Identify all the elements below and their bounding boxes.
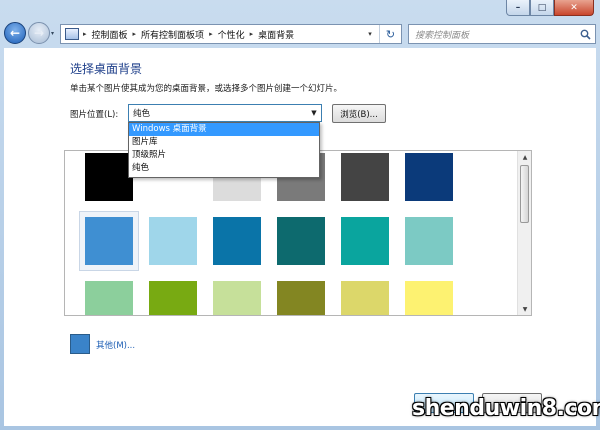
- other-color-link[interactable]: 其他(M)...: [96, 339, 135, 351]
- dropdown-option-windows-backgrounds[interactable]: Windows 桌面背景: [129, 123, 319, 136]
- chevron-down-icon: ▾: [368, 30, 372, 38]
- color-swatch[interactable]: [341, 153, 389, 201]
- maximize-icon: □: [537, 2, 547, 13]
- content-area: 选择桌面背景 单击某个图片使其成为您的桌面背景，或选择多个图片创建一个幻灯片。 …: [4, 48, 596, 426]
- breadcrumb-desktop-background[interactable]: 桌面背景: [258, 28, 294, 41]
- color-swatch[interactable]: [341, 217, 389, 265]
- arrow-right-icon: →: [33, 26, 45, 40]
- title-bar: – □ ✕: [0, 0, 600, 18]
- color-swatch[interactable]: [277, 217, 325, 265]
- close-button[interactable]: ✕: [554, 0, 594, 16]
- color-swatch[interactable]: [405, 281, 453, 315]
- close-icon: ✕: [570, 2, 578, 13]
- refresh-button[interactable]: ↻: [379, 25, 401, 43]
- navigation-bar: ← → ▾ ▸ 控制面板 ▸ 所有控制面板项 ▸ 个性化 ▸ 桌面背景 ▾ ↻ …: [0, 18, 600, 48]
- recent-pages-button[interactable]: ▾: [51, 30, 54, 37]
- maximize-button[interactable]: □: [530, 0, 554, 16]
- refresh-icon: ↻: [385, 27, 396, 41]
- breadcrumb-separator-icon[interactable]: ▸: [250, 30, 254, 38]
- dropdown-arrow-icon[interactable]: ▼: [307, 105, 321, 121]
- search-icon[interactable]: [575, 25, 595, 43]
- color-swatch[interactable]: [213, 281, 261, 315]
- picture-location-select[interactable]: 纯色 ▼: [128, 104, 322, 122]
- picture-location-label: 图片位置(L):: [70, 110, 119, 120]
- dropdown-option-solid-colors[interactable]: 纯色: [129, 162, 319, 175]
- minimize-button[interactable]: –: [506, 0, 530, 16]
- caption-buttons: – □ ✕: [506, 0, 594, 16]
- dropdown-option-pictures-library[interactable]: 图片库: [129, 136, 319, 149]
- picture-location-dropdown: Windows 桌面背景 图片库 顶级照片 纯色: [128, 122, 320, 178]
- control-panel-icon: [65, 28, 79, 40]
- picture-location-value: 纯色: [133, 109, 151, 119]
- breadcrumb-all-items[interactable]: 所有控制面板项: [141, 28, 204, 41]
- color-swatch[interactable]: [149, 217, 197, 265]
- watermark: shenduwin8.com: [412, 396, 600, 421]
- color-swatch[interactable]: [341, 281, 389, 315]
- color-swatch[interactable]: [85, 217, 133, 265]
- search-box[interactable]: 搜索控制面板: [408, 24, 596, 44]
- color-swatch[interactable]: [277, 281, 325, 315]
- color-swatch[interactable]: [213, 217, 261, 265]
- forward-button[interactable]: →: [28, 22, 50, 44]
- breadcrumb-separator-icon[interactable]: ▸: [133, 30, 137, 38]
- arrow-left-icon: ←: [9, 26, 21, 40]
- color-swatch[interactable]: [85, 153, 133, 201]
- chevron-down-icon: ▾: [51, 30, 55, 37]
- back-button[interactable]: ←: [4, 22, 26, 44]
- breadcrumb-control-panel[interactable]: 控制面板: [92, 28, 128, 41]
- vertical-scrollbar[interactable]: ▲ ▼: [517, 151, 531, 315]
- dropdown-option-top-rated-photos[interactable]: 顶级照片: [129, 149, 319, 162]
- other-color-swatch[interactable]: [70, 334, 90, 354]
- color-swatch[interactable]: [405, 153, 453, 201]
- page-description: 单击某个图片使其成为您的桌面背景，或选择多个图片创建一个幻灯片。: [70, 84, 343, 94]
- color-swatch[interactable]: [85, 281, 133, 315]
- search-input[interactable]: 搜索控制面板: [415, 28, 575, 41]
- minimize-icon: –: [515, 2, 521, 13]
- breadcrumb-separator-icon: ▸: [83, 30, 87, 38]
- color-swatch[interactable]: [149, 281, 197, 315]
- scroll-down-icon[interactable]: ▼: [518, 303, 531, 315]
- address-history-button[interactable]: ▾: [363, 25, 377, 43]
- browse-button[interactable]: 浏览(B)...: [332, 104, 386, 123]
- scroll-thumb[interactable]: [520, 165, 529, 223]
- scroll-up-icon[interactable]: ▲: [518, 151, 531, 163]
- page-title: 选择桌面背景: [70, 62, 143, 76]
- address-bar[interactable]: ▸ 控制面板 ▸ 所有控制面板项 ▸ 个性化 ▸ 桌面背景 ▾ ↻: [60, 24, 402, 44]
- breadcrumb-personalization[interactable]: 个性化: [218, 28, 245, 41]
- color-swatch[interactable]: [405, 217, 453, 265]
- breadcrumb-separator-icon[interactable]: ▸: [209, 30, 213, 38]
